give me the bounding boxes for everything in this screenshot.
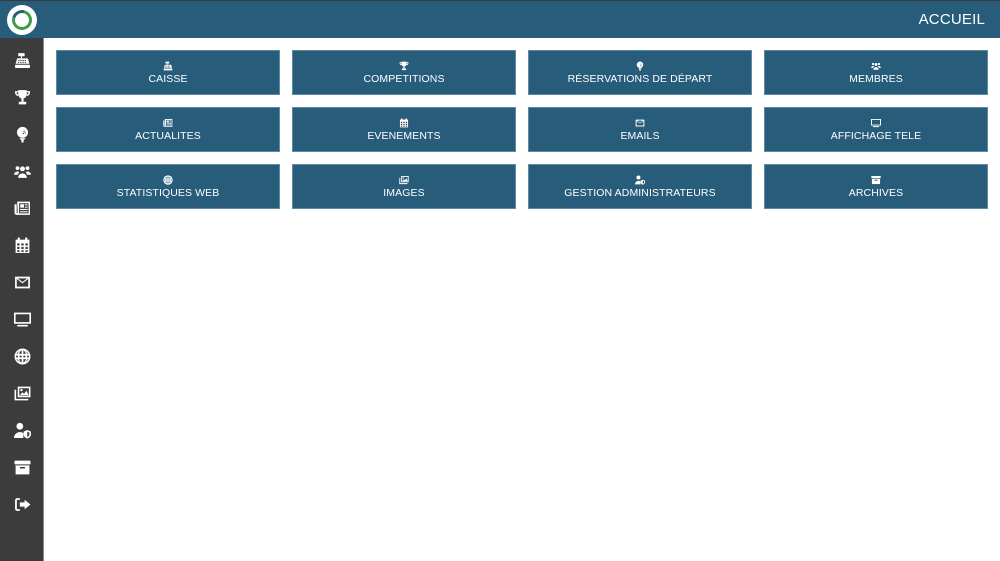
trophy-icon [399,61,409,71]
sidebar-item-competitions[interactable] [0,82,44,112]
sidebar-item-statistiques-web[interactable] [0,341,44,371]
sidebar-item-logout[interactable] [0,489,44,519]
sign-out-icon [14,496,31,513]
envelope-icon [635,118,645,128]
globe-icon [163,175,173,185]
users-icon [871,61,881,71]
dashboard-tiles: CAISSE COMPETITIONS RÉSERVATIONS DE DÉPA… [56,50,988,209]
sidebar-item-actualites[interactable] [0,193,44,223]
tile-label: RÉSERVATIONS DE DÉPART [567,72,713,85]
sidebar-item-images[interactable] [0,378,44,408]
images-icon [399,175,409,185]
tile-actualites[interactable]: ACTUALITES [56,107,280,152]
newspaper-icon [163,118,173,128]
cash-register-icon [14,52,31,69]
tile-label: EVENEMENTS [367,129,441,142]
user-shield-icon [14,422,31,439]
tile-competitions[interactable]: COMPETITIONS [292,50,516,95]
calendar-icon [399,118,409,128]
tile-caisse[interactable]: CAISSE [56,50,280,95]
sidebar-item-evenements[interactable] [0,230,44,260]
sidebar-item-reservations[interactable] [0,119,44,149]
golf-ball-tee-icon [14,126,31,143]
sidebar-item-membres[interactable] [0,156,44,186]
cash-register-icon [163,61,173,71]
tile-label: ARCHIVES [848,186,904,199]
golf-ball-tee-icon [635,61,645,71]
logo-ring-icon [8,6,36,34]
newspaper-icon [14,200,31,217]
tile-affichage-tele[interactable]: AFFICHAGE TELE [764,107,988,152]
top-bar: ACCUEIL [0,0,1000,38]
user-shield-icon [635,175,645,185]
tile-label: MEMBRES [849,72,903,85]
sidebar-item-archives[interactable] [0,452,44,482]
tile-label: GESTION ADMINISTRATEURS [564,186,716,199]
tile-label: AFFICHAGE TELE [830,129,922,142]
sidebar-item-affichage-tele[interactable] [0,304,44,334]
tile-label: IMAGES [383,186,425,199]
tile-label: ACTUALITES [135,129,201,142]
sidebar [0,38,44,561]
globe-icon [14,348,31,365]
tv-icon [14,311,31,328]
tile-label: COMPETITIONS [363,72,445,85]
sidebar-item-gestion-administrateurs[interactable] [0,415,44,445]
tile-emails[interactable]: EMAILS [528,107,752,152]
logo[interactable] [7,5,37,35]
tile-archives[interactable]: ARCHIVES [764,164,988,209]
tile-images[interactable]: IMAGES [292,164,516,209]
tile-gestion-administrateurs[interactable]: GESTION ADMINISTRATEURS [528,164,752,209]
sidebar-item-caisse[interactable] [0,45,44,75]
tile-membres[interactable]: MEMBRES [764,50,988,95]
tv-icon [871,118,881,128]
tile-label: EMAILS [620,129,660,142]
tile-label: CAISSE [148,72,188,85]
users-icon [14,163,31,180]
tile-label: STATISTIQUES WEB [116,186,220,199]
trophy-icon [14,89,31,106]
tile-reservations[interactable]: RÉSERVATIONS DE DÉPART [528,50,752,95]
archive-box-icon [14,459,31,476]
tile-evenements[interactable]: EVENEMENTS [292,107,516,152]
archive-box-icon [871,175,881,185]
page-title: ACCUEIL [918,11,985,28]
envelope-icon [14,274,31,291]
calendar-icon [14,237,31,254]
tile-statistiques-web[interactable]: STATISTIQUES WEB [56,164,280,209]
images-icon [14,385,31,402]
sidebar-item-emails[interactable] [0,267,44,297]
